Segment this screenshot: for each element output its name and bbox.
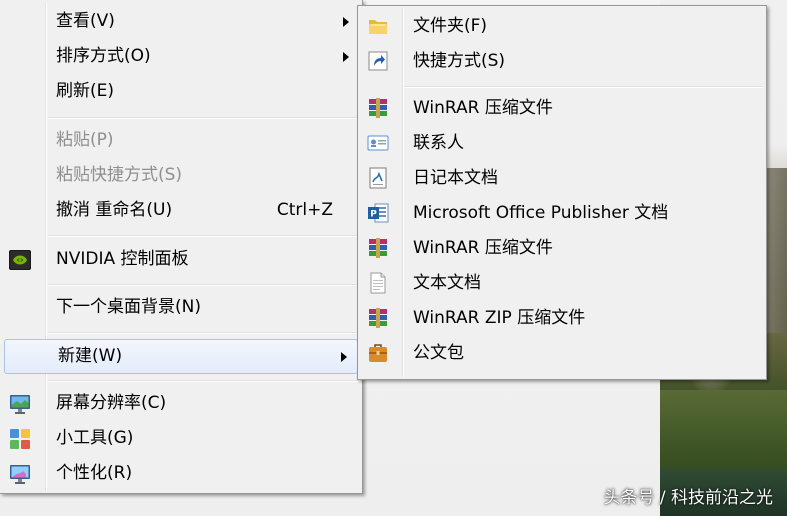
submenu-arrow-icon: [343, 52, 349, 62]
shortcut-icon: [366, 49, 390, 73]
menu-separator: [48, 117, 359, 119]
menu-item-paste[interactable]: 粘贴(P): [3, 124, 359, 157]
menu-item-label: 屏幕分辨率(C): [56, 393, 167, 413]
nvidia-icon: [8, 248, 32, 272]
submenu-item-winrar-zip-archive[interactable]: WinRAR ZIP 压缩文件: [361, 302, 763, 335]
submenu-item-winrar-archive[interactable]: WinRAR 压缩文件: [361, 92, 763, 125]
menu-item-next-desktop-background[interactable]: 下一个桌面背景(N): [3, 291, 359, 324]
menu-separator: [48, 284, 359, 286]
menu-separator: [48, 380, 359, 382]
svg-text:P: P: [370, 210, 377, 220]
menu-item-new[interactable]: 新建(W): [4, 339, 358, 374]
submenu-item-shortcut[interactable]: 快捷方式(S): [361, 45, 763, 78]
submenu-arrow-icon: [341, 352, 347, 362]
menu-item-sort-by[interactable]: 排序方式(O): [3, 40, 359, 73]
submenu-arrow-icon: [343, 17, 349, 27]
menu-item-label: 个性化(R): [56, 463, 133, 483]
display-icon: [8, 392, 32, 416]
submenu-item-label: 快捷方式(S): [413, 51, 506, 71]
menu-item-label: 粘贴(P): [56, 130, 114, 150]
submenu-item-label: 公文包: [413, 343, 464, 363]
submenu-item-label: WinRAR 压缩文件: [413, 238, 553, 258]
menu-item-label: 下一个桌面背景(N): [56, 297, 201, 317]
menu-item-label: 小工具(G): [56, 428, 134, 448]
folder-icon: [366, 14, 390, 38]
submenu-item-label: 文件夹(F): [413, 16, 488, 36]
submenu-item-label: WinRAR 压缩文件: [413, 98, 553, 118]
submenu-item-text-document[interactable]: 文本文档: [361, 267, 763, 300]
winrar-icon: [366, 96, 390, 120]
menu-item-label: 撤消 重命名(U): [56, 200, 173, 220]
submenu-item-label: 联系人: [413, 133, 464, 153]
submenu-item-label: WinRAR ZIP 压缩文件: [413, 308, 586, 328]
winrar-icon: [366, 236, 390, 260]
submenu-item-winrar-archive-2[interactable]: WinRAR 压缩文件: [361, 232, 763, 265]
new-submenu: 文件夹(F) 快捷方式(S) WinRAR 压缩文件 联系人 日记本文档 P M…: [357, 5, 767, 380]
briefcase-icon: [366, 341, 390, 365]
text-document-icon: [366, 271, 390, 295]
menu-item-undo-rename[interactable]: 撤消 重命名(U) Ctrl+Z: [3, 194, 359, 227]
menu-separator: [404, 86, 763, 88]
gadgets-icon: [8, 427, 32, 451]
menu-item-gadgets[interactable]: 小工具(G): [3, 422, 359, 455]
menu-item-label: 查看(V): [56, 11, 115, 31]
menu-item-paste-shortcut[interactable]: 粘贴快捷方式(S): [3, 159, 359, 192]
menu-item-nvidia-control-panel[interactable]: NVIDIA 控制面板: [3, 243, 359, 276]
desktop-context-menu: 查看(V) 排序方式(O) 刷新(E) 粘贴(P) 粘贴快捷方式(S) 撤消 重…: [0, 0, 363, 494]
submenu-item-publisher-document[interactable]: P Microsoft Office Publisher 文档: [361, 197, 763, 230]
menu-item-screen-resolution[interactable]: 屏幕分辨率(C): [3, 387, 359, 420]
contact-icon: [366, 131, 390, 155]
menu-item-label: NVIDIA 控制面板: [56, 249, 189, 269]
menu-item-view[interactable]: 查看(V): [3, 5, 359, 38]
menu-item-personalize[interactable]: 个性化(R): [3, 457, 359, 490]
menu-item-refresh[interactable]: 刷新(E): [3, 75, 359, 108]
submenu-item-briefcase[interactable]: 公文包: [361, 337, 763, 370]
submenu-item-label: 文本文档: [413, 273, 481, 293]
journal-icon: [366, 166, 390, 190]
menu-item-shortcut: Ctrl+Z: [276, 200, 333, 220]
submenu-item-contact[interactable]: 联系人: [361, 127, 763, 160]
menu-separator: [48, 332, 359, 334]
menu-item-label: 新建(W): [58, 346, 123, 366]
winrar-zip-icon: [366, 306, 390, 330]
watermark-text: 头条号 / 科技前沿之光: [603, 488, 773, 508]
personalize-icon: [8, 462, 32, 486]
publisher-icon: P: [366, 201, 390, 225]
menu-item-label: 粘贴快捷方式(S): [56, 165, 183, 185]
submenu-item-folder[interactable]: 文件夹(F): [361, 10, 763, 43]
submenu-item-label: 日记本文档: [413, 168, 498, 188]
submenu-item-label: Microsoft Office Publisher 文档: [413, 203, 669, 223]
menu-item-label: 刷新(E): [56, 81, 115, 101]
menu-item-label: 排序方式(O): [56, 46, 151, 66]
menu-separator: [48, 235, 359, 237]
submenu-item-journal-document[interactable]: 日记本文档: [361, 162, 763, 195]
desktop[interactable]: 查看(V) 排序方式(O) 刷新(E) 粘贴(P) 粘贴快捷方式(S) 撤消 重…: [0, 0, 787, 516]
